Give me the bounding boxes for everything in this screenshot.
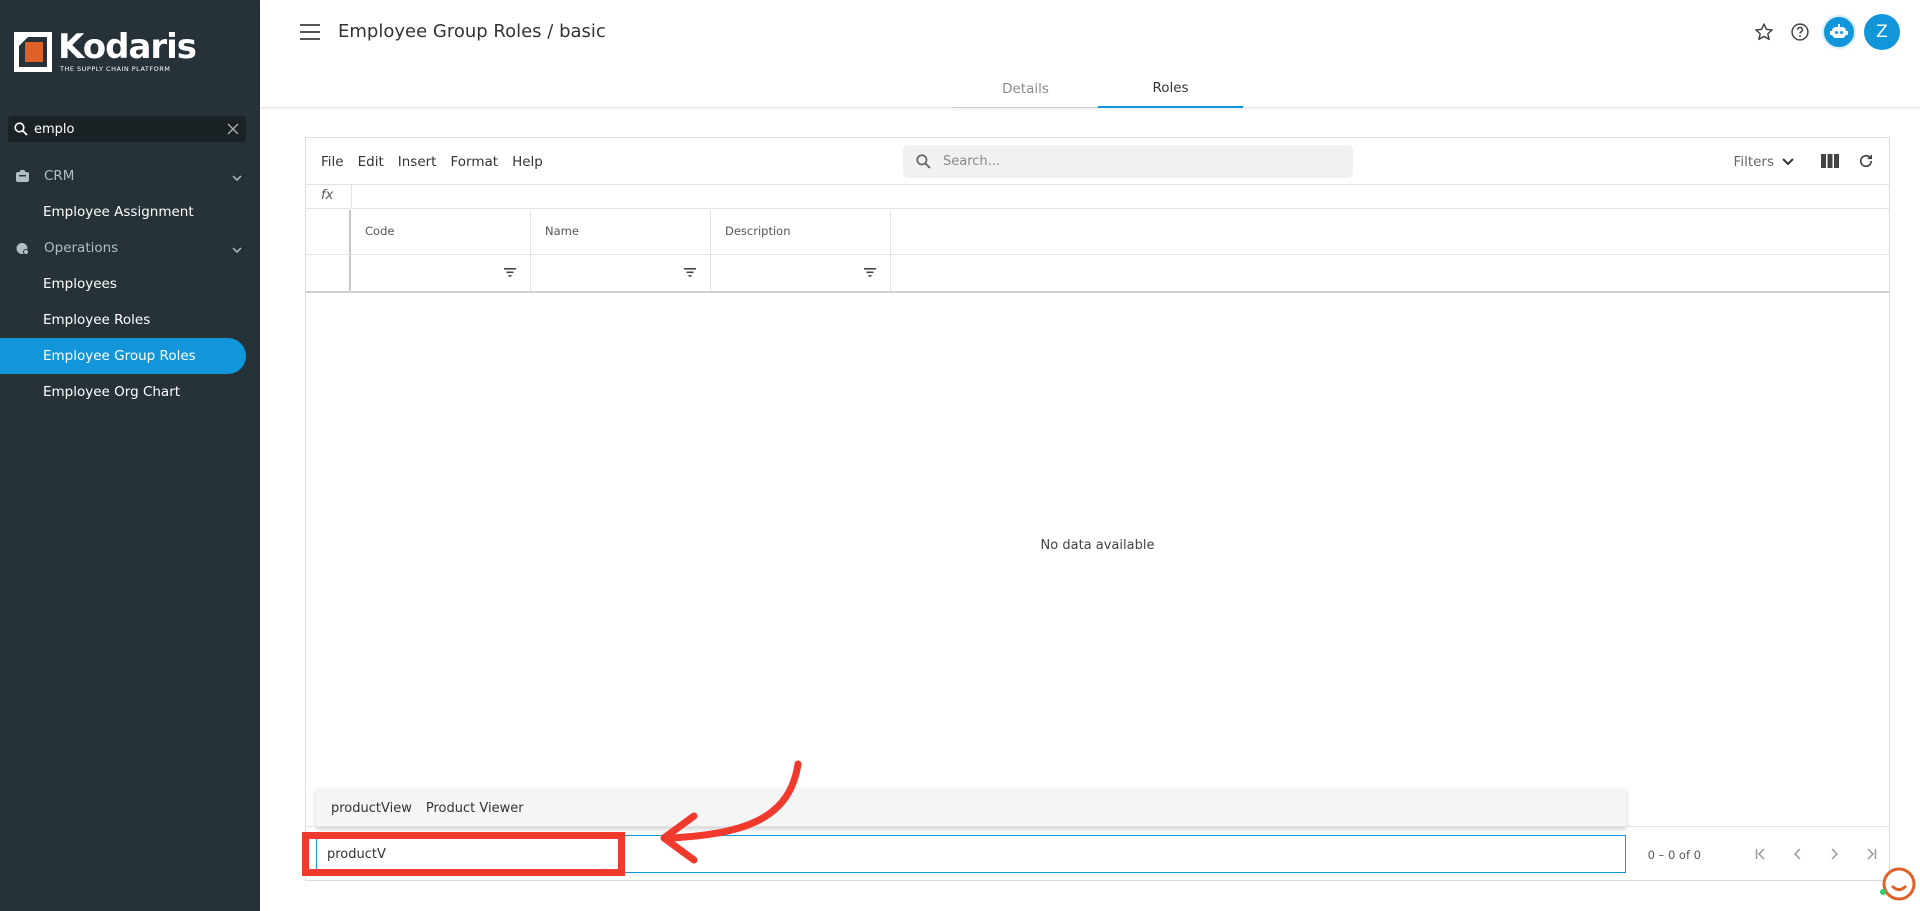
page-header: Employee Group Roles / basic Z Details R…: [260, 0, 1920, 108]
filter-icon[interactable]: [504, 266, 516, 280]
menu-icon[interactable]: [300, 24, 320, 42]
tab-roles[interactable]: Roles: [1098, 70, 1243, 108]
fx-label: fx: [321, 188, 334, 203]
grid-filter-row: [306, 255, 1889, 293]
next-page-icon[interactable]: [1823, 843, 1845, 865]
column-header-name[interactable]: Name: [531, 210, 711, 254]
sidebar-item-employee-assignment[interactable]: Employee Assignment: [0, 194, 260, 230]
first-page-icon[interactable]: [1751, 843, 1773, 865]
filter-cell-name[interactable]: [531, 255, 711, 291]
grid-menubar: File Edit Insert Format Help Search... F…: [306, 138, 1889, 185]
close-icon[interactable]: [220, 123, 246, 135]
column-label: Code: [365, 224, 395, 238]
empty-state-text: No data available: [1040, 538, 1155, 553]
assistant-bot-icon[interactable]: [1822, 15, 1856, 49]
filters-label: Filters: [1733, 154, 1774, 170]
chat-support-icon[interactable]: [1878, 866, 1916, 904]
sidebar-item-employee-group-roles[interactable]: Employee Group Roles: [0, 338, 246, 374]
autocomplete-option[interactable]: productView Product Viewer: [316, 789, 1626, 827]
search-icon: [8, 122, 34, 136]
autocomplete-code: productView: [331, 800, 412, 816]
roles-grid: File Edit Insert Format Help Search... F…: [305, 137, 1890, 881]
menu-help[interactable]: Help: [512, 154, 543, 170]
refresh-icon[interactable]: [1857, 152, 1875, 174]
logo-name: Kodaris: [58, 27, 197, 67]
menu-file[interactable]: File: [321, 154, 344, 170]
column-label: Name: [545, 224, 579, 238]
grid-search-input[interactable]: Search...: [903, 145, 1353, 178]
column-header-code[interactable]: Code: [351, 210, 531, 254]
columns-icon[interactable]: [1821, 153, 1839, 173]
page-title: Employee Group Roles / basic: [338, 21, 606, 42]
autocomplete-name: Product Viewer: [425, 800, 524, 816]
row-number-filter: [306, 255, 351, 291]
sidebar-group-crm[interactable]: CRM: [0, 158, 260, 194]
annotation-highlight-box: [302, 832, 625, 876]
prev-page-icon[interactable]: [1787, 843, 1809, 865]
sidebar-item-employee-roles[interactable]: Employee Roles: [0, 302, 260, 338]
sidebar-group-operations[interactable]: Operations: [0, 230, 260, 266]
search-icon: [903, 154, 943, 169]
tabs: Details Roles: [953, 70, 1243, 108]
menu-insert[interactable]: Insert: [398, 154, 437, 170]
chevron-down-icon[interactable]: [232, 170, 242, 186]
filter-icon[interactable]: [684, 266, 696, 280]
sidebar-search-value[interactable]: emplo: [34, 122, 220, 137]
grid-search-placeholder: Search...: [943, 154, 1001, 169]
filters-dropdown[interactable]: Filters: [1734, 154, 1794, 170]
sidebar: Kodaris THE SUPPLY CHAIN PLATFORM emplo …: [0, 0, 260, 911]
menu-format[interactable]: Format: [450, 154, 498, 170]
pager-count: 0 – 0 of 0: [1647, 848, 1701, 862]
row-number-header[interactable]: [306, 210, 351, 254]
column-header-description[interactable]: Description: [711, 210, 891, 254]
sidebar-item-employee-org-chart[interactable]: Employee Org Chart: [0, 374, 260, 410]
kodaris-logo-icon: [14, 31, 52, 72]
sidebar-group-label: CRM: [44, 168, 75, 184]
sidebar-nav: CRM Employee Assignment Operations Emplo…: [0, 158, 260, 410]
last-page-icon[interactable]: [1859, 843, 1881, 865]
filter-icon[interactable]: [864, 266, 876, 280]
column-label: Description: [725, 224, 791, 238]
filter-cell-code[interactable]: [351, 255, 531, 291]
annotation-arrow-icon: [660, 760, 802, 864]
star-icon[interactable]: [1750, 18, 1778, 46]
formula-bar[interactable]: fx: [306, 185, 1889, 209]
sidebar-search-input[interactable]: emplo: [8, 116, 246, 142]
grid-header-row: Code Name Description: [306, 210, 1889, 255]
tab-details[interactable]: Details: [953, 70, 1098, 108]
pagination: [1751, 843, 1881, 865]
chevron-down-icon[interactable]: [232, 242, 242, 258]
filter-cell-description[interactable]: [711, 255, 891, 291]
menu-edit[interactable]: Edit: [358, 154, 384, 170]
kodaris-logo[interactable]: Kodaris THE SUPPLY CHAIN PLATFORM: [14, 27, 197, 73]
sidebar-item-employees[interactable]: Employees: [0, 266, 260, 302]
sidebar-group-label: Operations: [44, 240, 119, 256]
help-icon[interactable]: [1786, 18, 1814, 46]
operations-icon: [14, 240, 30, 256]
crm-icon: [14, 168, 30, 184]
chevron-down-icon: [1782, 154, 1794, 170]
avatar[interactable]: Z: [1864, 14, 1900, 50]
